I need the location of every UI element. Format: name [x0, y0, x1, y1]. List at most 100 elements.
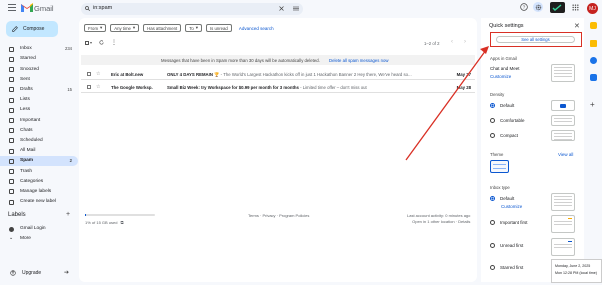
details-link[interactable]: Open in 1 other location · Details: [407, 219, 470, 225]
clear-search-icon[interactable]: [279, 6, 284, 11]
email-row[interactable]: ☆ Eric at Bolt.new ONLY 4 DAYS REMAIN 🏆 …: [81, 68, 475, 80]
sidebar-item-lists[interactable]: Lists: [0, 95, 78, 105]
labels-header: Labels: [8, 212, 26, 218]
filter-any-time[interactable]: Any time ▾: [110, 24, 140, 32]
quick-settings-title: Quick settings: [489, 23, 524, 29]
sidebar-item-manage-labels[interactable]: Manage labels: [0, 187, 78, 197]
search-icon[interactable]: [85, 6, 90, 11]
sidebar-item-snoozed[interactable]: Snoozed: [0, 64, 78, 74]
add-addon-icon[interactable]: +: [590, 100, 595, 109]
radio-inbox-default[interactable]: [490, 196, 495, 201]
filter-chips: From ▾ Any time ▾ Has attachment To ▾ Is un…: [84, 24, 274, 32]
density-option-comfortable[interactable]: Comfortable: [490, 118, 525, 123]
sidebar-item-label: Manage labels: [20, 189, 52, 195]
search-bar[interactable]: in:spam: [81, 3, 303, 15]
sidebar-item-spam[interactable]: Spam 2: [0, 156, 78, 167]
avatar[interactable]: MJ: [587, 3, 598, 14]
inbox-type-default[interactable]: Default: [490, 196, 514, 201]
apps-preview-thumbnail: [551, 64, 575, 82]
gmail-logo-icon[interactable]: [21, 3, 33, 12]
sidebar-item-important[interactable]: Important: [0, 115, 78, 125]
advanced-search-link[interactable]: Advanced search: [239, 26, 274, 31]
email-date: May 27: [456, 72, 471, 77]
sidebar-item-create-new-label[interactable]: Create new label: [0, 197, 78, 207]
sidebar-item-all-mail[interactable]: All Mail: [0, 146, 78, 156]
refresh-icon[interactable]: [99, 40, 104, 45]
density-compact-thumbnail: [551, 130, 575, 141]
schedule-icon: [9, 138, 14, 144]
sidebar-item-count: 2: [69, 158, 72, 164]
customize-apps-link[interactable]: Customize: [490, 74, 511, 79]
more-options-icon[interactable]: ⋮: [111, 40, 117, 46]
account-activity: Last account activity: 0 minutes ago Ope…: [407, 213, 471, 225]
keep-icon[interactable]: [590, 40, 597, 47]
filter-from[interactable]: From ▾: [84, 24, 107, 32]
arrow-right-icon[interactable]: ➔: [64, 269, 69, 276]
label-item-more[interactable]: ⌄ More: [0, 234, 78, 244]
settings-button[interactable]: [533, 2, 543, 12]
search-input[interactable]: in:spam: [93, 5, 112, 11]
density-option-compact[interactable]: Compact: [490, 133, 518, 138]
compose-button[interactable]: Compose: [6, 21, 58, 37]
inbox-type-starred-first[interactable]: Starred first: [490, 265, 523, 270]
filter-is-unread[interactable]: Is unread: [205, 24, 232, 32]
sidebar-item-drafts[interactable]: Drafts 15: [0, 85, 78, 95]
row-checkbox[interactable]: [87, 85, 91, 89]
mail-icon: [9, 148, 14, 154]
calendar-icon[interactable]: [590, 22, 597, 29]
row-checkbox[interactable]: [87, 72, 91, 76]
radio-compact[interactable]: [490, 133, 495, 138]
footer-links[interactable]: Terms · Privacy · Program Policies: [248, 213, 309, 218]
sidebar-item-scheduled[interactable]: Scheduled: [0, 136, 78, 146]
sidebar-item-less[interactable]: Less: [0, 105, 78, 115]
sidebar-item-starred[interactable]: Starred: [0, 54, 78, 64]
sidebar-item-label: Create new label: [20, 199, 56, 205]
sidebar-item-inbox[interactable]: Inbox 234: [0, 44, 78, 54]
density-default-thumbnail: [551, 100, 575, 111]
main-menu-icon[interactable]: [8, 4, 16, 11]
sidebar-item-count: 234: [65, 46, 72, 52]
theme-thumbnail[interactable]: [490, 160, 509, 173]
radio-default[interactable]: [490, 103, 495, 108]
upgrade-button[interactable]: Upgrade: [10, 270, 41, 276]
radio-comfortable[interactable]: [490, 118, 495, 123]
tasks-icon[interactable]: [590, 57, 597, 64]
gemini-button[interactable]: [550, 2, 565, 13]
view-all-themes-link[interactable]: View all: [558, 152, 573, 157]
inbox-type-unread-first[interactable]: Unread first: [490, 243, 523, 248]
next-page-icon[interactable]: ›: [464, 39, 466, 45]
star-icon[interactable]: ☆: [96, 71, 100, 77]
label-item-gmail-login[interactable]: Gmail Login: [0, 224, 78, 234]
sidebar-item-label: Less: [20, 107, 31, 113]
radio-important-first[interactable]: [490, 220, 495, 225]
sidebar-item-chats[interactable]: Chats: [0, 126, 78, 136]
customize-inbox-link[interactable]: Customize: [501, 204, 522, 209]
see-all-settings-button[interactable]: See all settings: [496, 36, 575, 43]
contacts-icon[interactable]: [590, 74, 597, 81]
select-all-checkbox[interactable]: ▾: [85, 40, 92, 45]
inbox-type-important-first[interactable]: Important first: [490, 220, 528, 225]
star-icon[interactable]: ☆: [96, 84, 100, 90]
radio-starred-first[interactable]: [490, 265, 495, 270]
sidebar-item-trash[interactable]: Trash: [0, 166, 78, 176]
density-option-default[interactable]: Default: [490, 103, 514, 108]
delete-spam-link[interactable]: Delete all spam messages now: [329, 58, 388, 63]
email-row[interactable]: ☆ The Google Worksp. Small Biz Week: try…: [81, 81, 475, 93]
filter-has-attachment[interactable]: Has attachment: [143, 24, 182, 32]
add-label-icon[interactable]: +: [66, 211, 70, 218]
external-link-icon[interactable]: ⧉: [120, 220, 123, 225]
sidebar-item-categories[interactable]: Categories: [0, 177, 78, 187]
close-icon[interactable]: ✕: [574, 22, 580, 30]
chevron-down-icon: ⌄: [9, 235, 14, 241]
filter-to[interactable]: To ▾: [185, 24, 202, 32]
pagination-count: 1–2 of 2: [424, 41, 440, 46]
prev-page-icon[interactable]: ‹: [451, 39, 453, 45]
sidebar-item-sent[interactable]: Sent: [0, 75, 78, 85]
radio-unread-first[interactable]: [490, 243, 495, 248]
help-icon[interactable]: ?: [520, 3, 528, 11]
apps-header: Apps in Gmail: [490, 56, 517, 61]
storage-bar: [85, 214, 155, 216]
apps-grid-icon[interactable]: [572, 4, 579, 11]
pencil-icon: [12, 26, 18, 32]
search-options-icon[interactable]: [293, 6, 299, 11]
